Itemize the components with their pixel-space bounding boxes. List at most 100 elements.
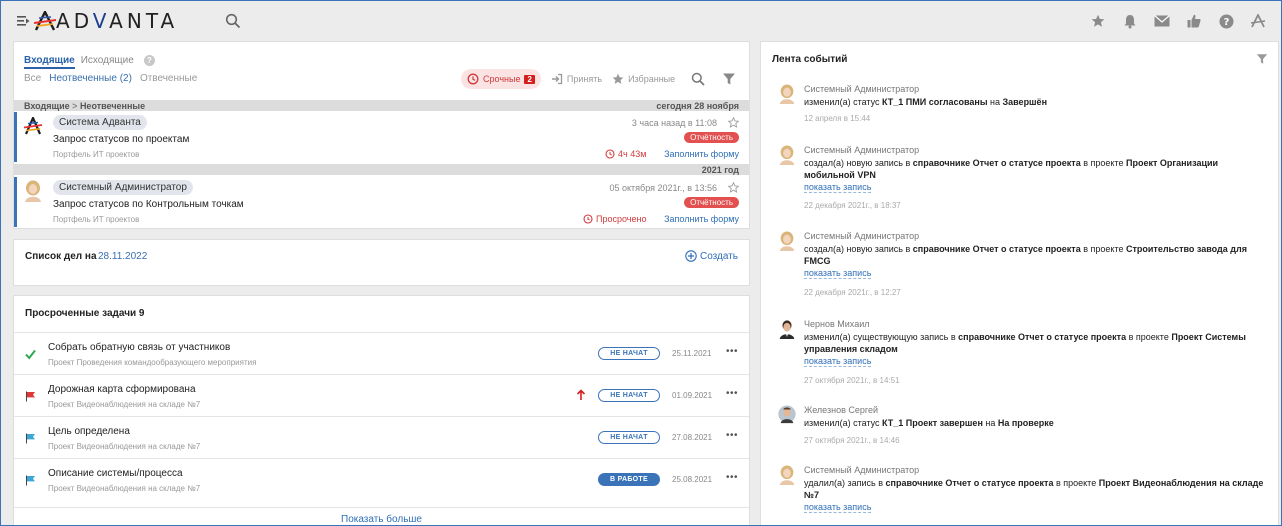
event-object: справочнике Отчет о статусе проекта [912, 158, 1081, 168]
message-time: 3 часа назад в 11:08 [631, 118, 717, 128]
fill-form-link[interactable]: Заполнить форму [664, 214, 739, 224]
task-project: Проект Проведения командообразующего мер… [48, 358, 257, 367]
more-actions-button[interactable]: ••• [726, 388, 738, 399]
task-title[interactable]: Описание системы/процесса [48, 468, 183, 479]
check-icon [25, 349, 36, 360]
search-icon[interactable] [691, 72, 705, 86]
message-item[interactable]: Система Адванта Запрос статусов по проек… [14, 112, 749, 162]
red-flag-icon [26, 391, 35, 402]
filter-icon[interactable] [1256, 53, 1268, 65]
task-row[interactable]: Дорожная карта сформирована Проект Видео… [14, 374, 749, 416]
inbox-card: Входящие Исходящие ? Все Неотвеченные (2… [13, 41, 750, 229]
task-title[interactable]: Собрать обратную связь от участников [48, 342, 230, 353]
due-timer: 4ч 43м [605, 149, 646, 159]
urgent-filter-button[interactable]: Срочные 2 [461, 69, 541, 89]
show-record-link[interactable]: показать запись [804, 356, 872, 367]
task-title[interactable]: Дорожная карта сформирована [48, 384, 196, 395]
show-record-link[interactable]: показать запись [804, 182, 872, 193]
task-date: 25.08.2021 [672, 475, 713, 484]
mail-icon[interactable] [1153, 12, 1171, 30]
logo[interactable]: ADVANTA [34, 9, 178, 33]
accept-label: Принять [566, 74, 603, 84]
help-icon[interactable]: ? [143, 55, 155, 66]
top-bar: ADVANTA ? [1, 1, 1281, 41]
message-portfolio: Портфель ИТ проектов [53, 215, 140, 224]
task-date: 01.09.2021 [672, 391, 713, 400]
message-item[interactable]: Системный Администратор Запрос статусов … [14, 177, 749, 227]
fill-form-link[interactable]: Заполнить форму [664, 149, 739, 159]
event-author[interactable]: Системный Администратор [804, 84, 919, 94]
sender-chip[interactable]: Системный Администратор [53, 180, 193, 195]
star-outline-icon[interactable] [728, 117, 739, 128]
event-object: справочнике Отчет о статусе проекта [912, 244, 1081, 254]
task-row[interactable]: Собрать обратную связь от участников Про… [14, 332, 749, 374]
event-author[interactable]: Системный Администратор [804, 145, 919, 155]
logo-mark-icon [34, 11, 56, 31]
task-row[interactable]: Цель определена Проект Видеонаблюдения н… [14, 416, 749, 458]
subtab-all[interactable]: Все [24, 73, 41, 84]
message-title[interactable]: Запрос статусов по Контрольным точкам [53, 199, 244, 210]
todo-label: Список дел на [25, 251, 97, 262]
todo-date-picker[interactable]: 28.11.2022 [98, 251, 147, 262]
event-author[interactable]: Системный Администратор [804, 465, 919, 475]
event-text-part: изменил(а) статус [804, 97, 883, 107]
left-column: Входящие Исходящие ? Все Неотвеченные (2… [13, 41, 750, 525]
menu-icon[interactable] [17, 15, 30, 27]
star-outline-icon[interactable] [728, 182, 739, 193]
tab-incoming[interactable]: Входящие [24, 55, 75, 69]
message-portfolio: Портфель ИТ проектов [53, 150, 140, 159]
filter-icon[interactable] [722, 72, 736, 86]
event-text: удалил(а) запись в справочнике Отчет о с… [804, 477, 1264, 513]
event-author[interactable]: Железнов Сергей [804, 405, 878, 415]
avatar[interactable] [777, 84, 797, 104]
sender-chip[interactable]: Система Адванта [53, 115, 147, 130]
star-icon[interactable] [1089, 12, 1107, 30]
accept-button[interactable]: Принять [551, 73, 602, 85]
subtab-unanswered[interactable]: Неотвеченные (2) [49, 73, 132, 84]
more-actions-button[interactable]: ••• [726, 346, 738, 357]
favorites-filter-button[interactable]: Избранные [612, 73, 675, 85]
more-actions-button[interactable]: ••• [726, 430, 738, 441]
thumb-icon[interactable] [1185, 12, 1203, 30]
bell-icon[interactable] [1121, 12, 1139, 30]
tab-outgoing[interactable]: Исходящие [81, 55, 134, 69]
event-author[interactable]: Системный Администратор [804, 231, 919, 241]
avatar[interactable] [777, 319, 797, 339]
message-title[interactable]: Запрос статусов по проектам [53, 134, 189, 145]
overdue-tasks-heading: Просроченные задачи 9 [25, 308, 145, 319]
clock-icon [467, 73, 479, 85]
event-author[interactable]: Чернов Михаил [804, 319, 869, 329]
more-actions-button[interactable]: ••• [726, 472, 738, 483]
help-icon[interactable]: ? [1217, 12, 1235, 30]
event-text: изменил(а) статус КТ_1 ПМИ согласованы н… [804, 96, 1264, 108]
inbox-tabs: Входящие Исходящие ? [24, 55, 155, 69]
show-record-link[interactable]: показать запись [804, 268, 872, 279]
event-time: 27 октября 2021г., в 14:46 [804, 436, 900, 445]
advanta-logo-icon [24, 117, 42, 135]
task-date: 25.11.2021 [672, 349, 712, 358]
urgent-label: Срочные [483, 74, 521, 84]
todo-card: Список дел на 28.11.2022 Создать [13, 239, 750, 286]
create-label: Создать [699, 250, 738, 262]
event-text-part: изменил(а) статус [804, 418, 883, 428]
avatar[interactable] [777, 405, 797, 425]
task-row[interactable]: Описание системы/процесса Проект Видеона… [14, 458, 749, 500]
task-title[interactable]: Цель определена [48, 426, 130, 437]
subtab-answered[interactable]: Отвеченные [140, 73, 197, 84]
show-more-button[interactable]: Показать больше [14, 507, 749, 525]
create-button[interactable]: Создать [685, 250, 738, 262]
breadcrumb: Входящие > Неотвеченные сегодня 28 ноябр… [14, 100, 749, 111]
avatar[interactable] [777, 231, 797, 251]
urgent-count-badge: 2 [524, 74, 535, 84]
avatar[interactable] [777, 465, 797, 485]
avatar[interactable] [777, 145, 797, 165]
search-icon[interactable] [225, 13, 241, 29]
event-text-part: в проекте [1080, 158, 1126, 168]
show-record-link[interactable]: показать запись [804, 502, 872, 513]
report-badge: Отчётность [684, 197, 739, 208]
breadcrumb-root[interactable]: Входящие [24, 101, 70, 111]
user-icon[interactable] [1249, 12, 1267, 30]
status-badge: НЕ НАЧАТ [598, 431, 660, 444]
task-project: Проект Видеонаблюдения на складе №7 [48, 484, 201, 493]
breadcrumb-current: Неотвеченные [79, 100, 146, 111]
